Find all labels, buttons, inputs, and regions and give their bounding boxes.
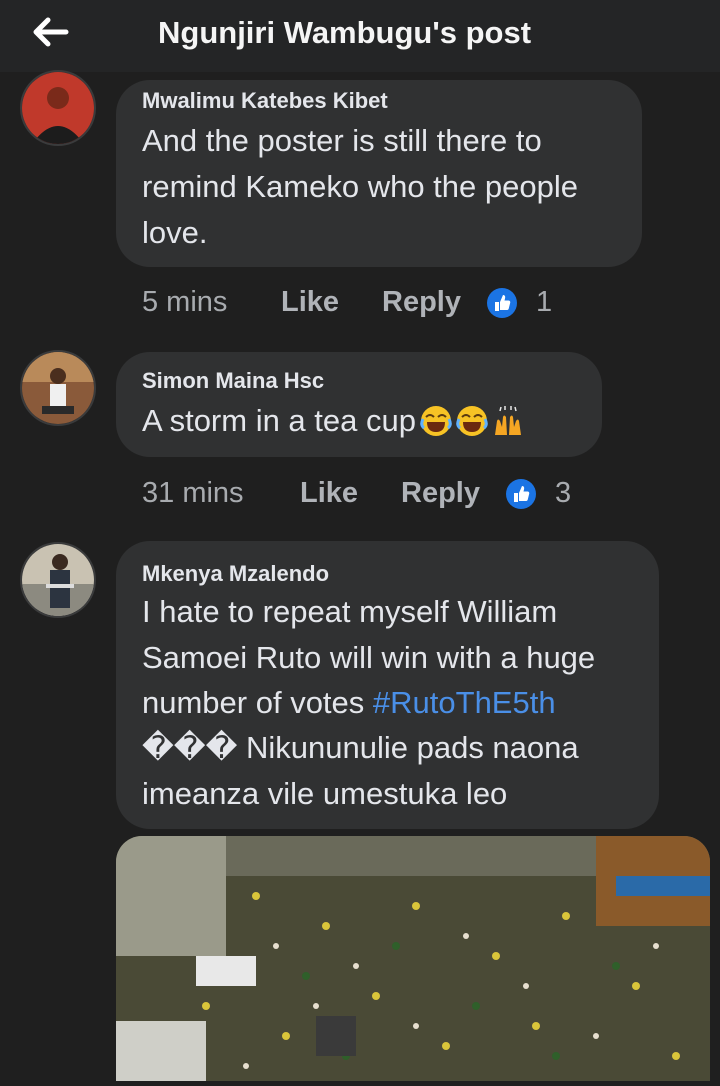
- comment-text-line: number of votes #RutoThE5th: [142, 680, 556, 726]
- comment-text-line: remind Kameko who the people: [142, 169, 578, 204]
- arrow-left-icon: [33, 17, 69, 47]
- raising-hands-icon: [492, 404, 524, 436]
- back-button[interactable]: [30, 14, 70, 50]
- comment-photo[interactable]: [116, 836, 710, 1081]
- avatar[interactable]: [20, 542, 96, 618]
- like-button[interactable]: Like: [300, 477, 358, 509]
- replacement-glyphs: ���: [142, 730, 238, 765]
- face-with-tears-of-joy-icon: [420, 404, 452, 436]
- like-reaction-icon[interactable]: [506, 479, 536, 509]
- reply-button[interactable]: Reply: [382, 286, 461, 318]
- comment-text: Nikununulie pads naona: [237, 730, 579, 765]
- comment-author[interactable]: Simon Maina Hsc: [142, 368, 324, 394]
- reaction-count: 1: [536, 286, 553, 318]
- comment-bubble: Mwalimu Katebes Kibet And the poster is …: [116, 80, 642, 267]
- like-button[interactable]: Like: [281, 286, 339, 318]
- comment-text-line: Samoei Ruto will win with a huge: [142, 640, 596, 675]
- top-bar: Ngunjiri Wambugu's post: [0, 0, 720, 72]
- comment-text-line: A storm in a tea cup: [142, 398, 524, 444]
- hashtag-link[interactable]: #RutoThE5th: [373, 685, 556, 720]
- comment-timestamp: 5 mins: [142, 286, 228, 318]
- comment-text-line: love.: [142, 215, 208, 250]
- comment-text-line: I hate to repeat myself William: [142, 594, 558, 629]
- avatar[interactable]: [20, 70, 96, 146]
- comment-text-line: And the poster is still there to: [142, 123, 542, 158]
- crowd-image: [116, 836, 710, 1081]
- comment-text-line: imeanza vile umestuka leo: [142, 776, 508, 811]
- comment-text: A storm in a tea cup: [142, 403, 416, 438]
- comment-bubble: Mkenya Mzalendo I hate to repeat myself …: [116, 541, 659, 829]
- comment-bubble: Simon Maina Hsc A storm in a tea cup: [116, 352, 602, 457]
- page-title: Ngunjiri Wambugu's post: [158, 15, 532, 50]
- face-with-tears-of-joy-icon: [456, 404, 488, 436]
- like-reaction-icon[interactable]: [487, 288, 517, 318]
- comment-author[interactable]: Mwalimu Katebes Kibet: [142, 88, 388, 114]
- comment-text: number of votes: [142, 685, 373, 720]
- comment-timestamp: 31 mins: [142, 477, 244, 509]
- reaction-count: 3: [555, 477, 572, 509]
- comment-author[interactable]: Mkenya Mzalendo: [142, 561, 329, 587]
- avatar[interactable]: [20, 350, 96, 426]
- comment-text-line: ��� Nikununulie pads naona: [142, 725, 579, 771]
- reply-button[interactable]: Reply: [401, 477, 480, 509]
